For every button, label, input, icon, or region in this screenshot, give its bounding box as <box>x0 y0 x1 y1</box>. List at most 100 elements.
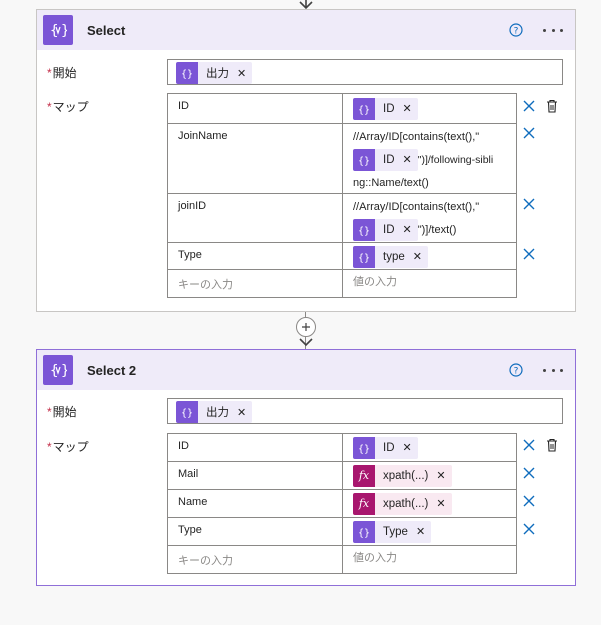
map-key-cell[interactable]: Type <box>168 243 343 269</box>
close-icon[interactable] <box>522 99 536 113</box>
help-circle-icon[interactable]: ? <box>509 23 523 37</box>
svg-text:{}: {} <box>181 408 193 418</box>
table-row: ID {} ID ✕ <box>168 434 516 462</box>
table-row: JoinName //Array/ID[contains(text()," {}… <box>168 124 516 194</box>
token-xpath-expression[interactable]: fx xpath(...) ✕ <box>353 492 452 516</box>
fx-icon: fx <box>353 493 375 516</box>
map-value-cell[interactable]: fx xpath(...) ✕ <box>343 462 516 489</box>
svg-text:{}: {} <box>358 226 370 236</box>
token-variable-icon: {} <box>353 98 375 121</box>
map-value-cell[interactable]: {} Type ✕ <box>343 518 516 545</box>
connector-arrow <box>299 338 313 347</box>
token-id[interactable]: {} ID ✕ <box>353 97 418 121</box>
token-variable-icon: {} <box>353 246 375 269</box>
close-icon[interactable]: ✕ <box>237 406 246 419</box>
start-label: *開始 <box>47 405 77 419</box>
table-row: Type {} Type ✕ <box>168 518 516 546</box>
map-key-cell[interactable]: joinID <box>168 194 343 242</box>
map-value-cell[interactable]: {} ID ✕ <box>343 94 516 123</box>
map-value-cell[interactable]: //Array/ID[contains(text()," {} ID ✕ ")]/te… <box>343 194 516 242</box>
map-key-cell[interactable]: JoinName <box>168 124 343 193</box>
svg-text:{}: {} <box>358 444 370 454</box>
token-id[interactable]: {} ID ✕ <box>353 149 418 171</box>
close-icon[interactable] <box>522 438 536 452</box>
start-label: *開始 <box>47 66 77 80</box>
map-value-cell[interactable]: {} type ✕ <box>343 243 516 269</box>
svg-text:{}: {} <box>181 69 193 79</box>
card-header[interactable]: {} Select 2 ? <box>37 350 575 390</box>
map-key-cell[interactable]: Type <box>168 518 343 545</box>
close-icon[interactable]: ✕ <box>436 464 445 488</box>
close-icon[interactable] <box>522 197 536 211</box>
close-icon[interactable]: ✕ <box>413 245 422 269</box>
close-icon[interactable] <box>522 247 536 261</box>
table-row: キーの入力 値の入力 <box>168 546 516 573</box>
close-icon[interactable]: ✕ <box>403 436 412 460</box>
card-title: Select <box>87 22 126 38</box>
close-icon[interactable]: ✕ <box>436 492 445 516</box>
close-icon[interactable]: ✕ <box>416 520 425 544</box>
svg-text:{}: {} <box>358 528 370 538</box>
more-options-icon[interactable] <box>543 362 563 378</box>
card-title: Select 2 <box>87 362 137 378</box>
token-output[interactable]: {} 出力 ✕ <box>176 62 253 84</box>
map-value-cell[interactable]: fx xpath(...) ✕ <box>343 490 516 517</box>
select-action-card[interactable]: {} Select ? *開始 {} 出力 ✕ *マップ ID {}ID✕ Jo… <box>36 9 576 312</box>
value-input[interactable]: 値の入力 <box>343 270 516 297</box>
map-value-cell[interactable]: //Array/ID[contains(text()," {} ID ✕ ")]/fo… <box>343 124 516 193</box>
token-xpath-expression[interactable]: fx xpath(...) ✕ <box>353 464 452 488</box>
svg-text:?: ? <box>514 27 519 37</box>
token-type[interactable]: {} Type ✕ <box>353 520 432 544</box>
close-icon[interactable] <box>522 126 536 140</box>
token-variable-icon: {} <box>353 437 375 460</box>
token-variable-icon: {} <box>353 521 375 544</box>
map-value-cell[interactable]: {} ID ✕ <box>343 434 516 461</box>
close-icon[interactable] <box>522 494 536 508</box>
token-variable-icon: {} <box>176 62 198 84</box>
more-options-icon[interactable] <box>543 22 563 38</box>
close-icon[interactable]: ✕ <box>403 149 412 171</box>
table-row: Mail fx xpath(...) ✕ <box>168 462 516 490</box>
svg-text:{}: {} <box>358 156 370 166</box>
token-variable-icon: {} <box>353 149 375 171</box>
close-icon[interactable] <box>522 522 536 536</box>
map-key-cell[interactable]: Name <box>168 490 343 517</box>
token-id[interactable]: {} ID ✕ <box>353 436 418 460</box>
svg-text:{}: {} <box>358 253 370 263</box>
select-action-icon: {} <box>43 15 73 45</box>
start-input[interactable]: {} 出力 ✕ <box>167 398 563 424</box>
map-label: *マップ <box>47 100 89 114</box>
token-type[interactable]: {} type ✕ <box>353 245 428 269</box>
plus-icon[interactable] <box>296 317 316 337</box>
value-input[interactable]: 値の入力 <box>343 546 516 573</box>
delete-icon[interactable] <box>545 99 559 113</box>
map-table: ID {} ID ✕ Mail fx xpath(...) ✕ Name fx xpath… <box>167 433 517 574</box>
map-table: ID {} ID ✕ JoinName //Array/ID[contains(te… <box>167 93 517 298</box>
token-id[interactable]: {} ID ✕ <box>353 219 418 241</box>
key-input[interactable]: キーの入力 <box>168 546 343 573</box>
table-row: joinID //Array/ID[contains(text()," {} ID… <box>168 194 516 243</box>
card-header[interactable]: {} Select ? <box>37 10 575 50</box>
close-icon[interactable] <box>522 466 536 480</box>
table-row: ID {} ID ✕ <box>168 94 516 124</box>
svg-text:{}: {} <box>358 105 370 115</box>
select-2-action-card[interactable]: {} Select 2 ? *開始 {} 出力 ✕ *マップ ID {}ID✕ … <box>36 349 576 586</box>
close-icon[interactable]: ✕ <box>403 97 412 121</box>
map-key-cell[interactable]: Mail <box>168 462 343 489</box>
start-input[interactable]: {} 出力 ✕ <box>167 59 563 85</box>
key-input[interactable]: キーの入力 <box>168 270 343 297</box>
svg-text:?: ? <box>514 367 519 377</box>
delete-icon[interactable] <box>545 438 559 452</box>
svg-text:}: } <box>61 23 67 39</box>
close-icon[interactable]: ✕ <box>403 219 412 241</box>
token-variable-icon: {} <box>176 401 198 423</box>
help-circle-icon[interactable]: ? <box>509 363 523 377</box>
table-row: キーの入力 値の入力 <box>168 270 516 297</box>
token-output[interactable]: {} 出力 ✕ <box>176 401 253 423</box>
map-key-cell[interactable]: ID <box>168 94 343 123</box>
token-variable-icon: {} <box>353 219 375 241</box>
table-row: Name fx xpath(...) ✕ <box>168 490 516 518</box>
close-icon[interactable]: ✕ <box>237 67 246 80</box>
fx-icon: fx <box>353 465 375 488</box>
map-key-cell[interactable]: ID <box>168 434 343 461</box>
